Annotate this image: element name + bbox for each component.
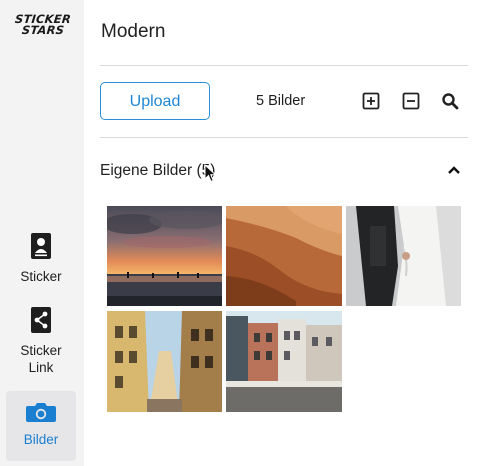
page-title: Modern [101,21,166,42]
image-thumbnail-canal-houses[interactable] [226,311,342,412]
search-icon[interactable] [441,92,459,110]
plus-box-icon[interactable] [362,92,380,110]
sidebar: STICKER STARS Sticker Sticker Link Bilde… [0,0,84,466]
camera-icon [26,403,56,422]
sidebar-item-label: Sticker [20,343,62,358]
section-title[interactable]: Eigene Bilder (5) [100,162,215,180]
divider [100,65,468,66]
sidebar-item-sticker-link[interactable]: Sticker Link [6,306,76,378]
sidebar-item-bilder[interactable]: Bilder [6,391,76,461]
image-thumbnail-wedding-couple[interactable] [346,206,461,306]
image-thumbnail-desert-dunes[interactable] [226,206,342,306]
sidebar-item-label: Link [28,360,54,375]
image-count: 5 Bilder [256,93,306,109]
sticker-stars-logo[interactable]: STICKER STARS [12,12,71,44]
sidebar-item-label: Bilder [23,432,59,447]
divider [100,137,468,138]
share-icon [31,307,51,333]
minus-box-icon[interactable] [402,92,420,110]
mouse-pointer-icon [204,164,217,183]
image-thumbnail-sunset-beach[interactable] [107,206,222,306]
upload-button[interactable]: Upload [100,82,210,120]
sticker-card-icon [31,233,51,259]
chevron-up-icon[interactable] [447,164,461,176]
sidebar-item-sticker[interactable]: Sticker [6,232,76,288]
sidebar-item-label: Sticker [20,269,62,284]
logo-line-2: STARS [21,23,65,37]
main-panel: Modern Upload 5 Bilder Eigene Bilder (5) [84,0,500,466]
image-thumbnail-city-street[interactable] [107,311,222,412]
